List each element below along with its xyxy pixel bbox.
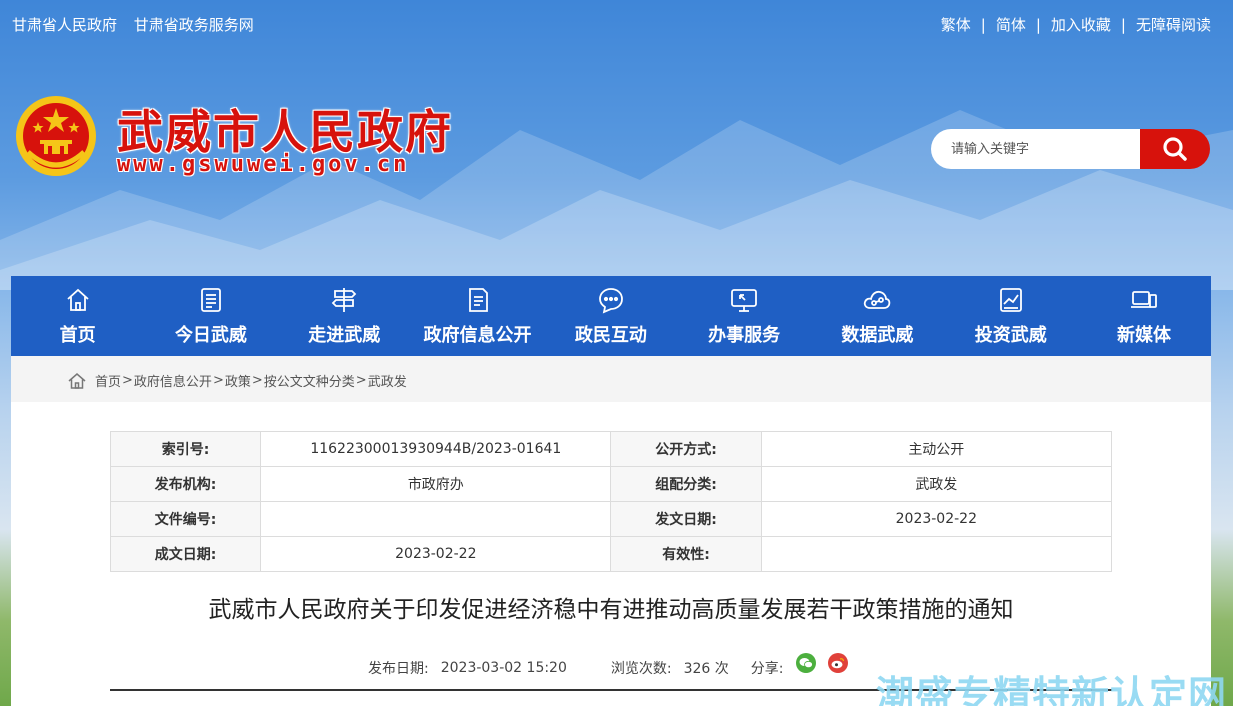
breadcrumb-doc-type[interactable]: 按公文文种分类 [264,371,355,390]
meta-label: 有效性: [610,536,762,572]
newspaper-icon [197,286,225,314]
meta-label: 索引号: [109,431,262,467]
meta-value: 2023-02-22 [260,536,612,572]
signpost-icon [330,286,358,314]
search-box [931,129,1210,169]
devices-icon [1129,286,1159,314]
meta-label: 文件编号: [109,501,262,537]
link-add-favorite[interactable]: 加入收藏 [1051,16,1111,34]
table-row: 成文日期: 2023-02-22 有效性: [109,536,1113,572]
breadcrumb: 首页 > 政府信息公开 > 政策 > 按公文文种分类 > 武政发 [67,371,407,390]
document-meta-line: 发布日期: 2023-03-02 15:20 浏览次数: 326 次 分享: [368,653,848,678]
views-count: 326 次 [683,661,729,677]
breadcrumb-separator: > [212,373,224,388]
separator: | [1035,16,1041,34]
publish-date: 2023-03-02 15:20 [440,660,567,676]
document-title: 武威市人民政府关于印发促进经济稳中有进推动高质量发展若干政策措施的通知 [208,597,1014,623]
site-url: www.gswuwei.gov.cn [117,152,410,177]
meta-value: 武政发 [760,466,1113,502]
nav-item-investment[interactable]: 投资武威 [944,276,1077,356]
nav-label: 走进武威 [308,325,381,346]
nav-label: 办事服务 [708,325,781,346]
meta-label: 发布机构: [109,466,262,502]
table-row: 发布机构: 市政府办 组配分类: 武政发 [109,466,1113,502]
breadcrumb-home[interactable]: 首页 [95,371,121,390]
breadcrumb-separator: > [251,373,263,388]
search-button[interactable] [1140,129,1210,169]
share-label: 分享: [750,661,784,677]
nav-label: 投资武威 [974,325,1047,346]
meta-value [260,501,612,537]
nav-item-home[interactable]: 首页 [11,276,144,356]
nav-item-interaction[interactable]: 政民互动 [544,276,677,356]
wechat-icon[interactable] [795,653,816,673]
nav-item-about[interactable]: 走进武威 [278,276,411,356]
nav-label: 新媒体 [1117,325,1172,346]
link-gansu-gov[interactable]: 甘肃省人民政府 [12,16,117,34]
main-nav: 首页 今日武威 走进武威 政府信息公开 政民互动 办事服务 数据武威 投资武威 … [11,276,1211,356]
link-simplified[interactable]: 简体 [996,16,1026,34]
top-bar: 甘肃省人民政府 甘肃省政务服务网 繁体 | 简体 | 加入收藏 | 无障碍阅读 [0,0,1233,44]
table-row: 文件编号: 发文日期: 2023-02-22 [109,501,1113,537]
nav-label: 首页 [59,325,96,346]
link-traditional[interactable]: 繁体 [941,16,971,34]
watermark-text: 潮盛专精特新认定网 [876,673,1228,706]
meta-value: 11622300013930944B/2023-01641 [260,431,612,467]
meta-label: 公开方式: [610,431,762,467]
publish-date-label: 发布日期: [368,661,429,677]
search-icon [1163,137,1187,161]
nav-label: 政民互动 [574,325,647,346]
document-meta-table: 索引号: 11622300013930944B/2023-01641 公开方式:… [109,431,1113,572]
meta-value: 2023-02-22 [760,501,1113,537]
meta-value [760,536,1113,572]
nav-item-data[interactable]: 数据武威 [811,276,944,356]
separator: | [1120,16,1126,34]
nav-item-gov-info[interactable]: 政府信息公开 [411,276,544,356]
link-accessibility[interactable]: 无障碍阅读 [1136,16,1211,34]
content-panel: 首页 > 政府信息公开 > 政策 > 按公文文种分类 > 武政发 索引号: 11… [11,356,1211,706]
nav-label: 政府信息公开 [423,325,532,346]
breadcrumb-gov-info[interactable]: 政府信息公开 [134,371,212,390]
meta-label: 发文日期: [610,501,762,537]
meta-label: 成文日期: [109,536,262,572]
chat-icon [596,286,626,314]
home-icon [67,372,87,390]
national-emblem-icon [14,94,98,178]
meta-value: 主动公开 [760,431,1113,467]
nav-item-services[interactable]: 办事服务 [677,276,810,356]
breadcrumb-wuzhengfa[interactable]: 武政发 [368,371,407,390]
table-row: 索引号: 11622300013930944B/2023-01641 公开方式:… [109,431,1113,467]
home-icon [64,286,92,314]
nav-item-new-media[interactable]: 新媒体 [1077,276,1210,356]
search-input[interactable] [931,129,1146,169]
nav-label: 今日武威 [174,325,247,346]
views-label: 浏览次数: [610,661,672,677]
top-links-left: 甘肃省人民政府 甘肃省政务服务网 [12,14,266,35]
breadcrumb-policy[interactable]: 政策 [225,371,251,390]
breadcrumb-bar: 首页 > 政府信息公开 > 政策 > 按公文文种分类 > 武政发 [11,356,1211,402]
separator: | [980,16,986,34]
monitor-icon [729,286,759,314]
link-gansu-service[interactable]: 甘肃省政务服务网 [134,16,254,34]
nav-label: 数据武威 [841,325,914,346]
breadcrumb-separator: > [355,373,367,388]
top-links-right: 繁体 | 简体 | 加入收藏 | 无障碍阅读 [941,14,1211,35]
weibo-icon[interactable] [827,653,848,673]
breadcrumb-separator: > [122,373,133,388]
nav-item-today[interactable]: 今日武威 [144,276,277,356]
cloud-data-icon [862,286,892,314]
meta-value: 市政府办 [260,466,612,502]
document-icon [464,286,492,314]
meta-label: 组配分类: [610,466,762,502]
chart-icon [997,286,1025,314]
